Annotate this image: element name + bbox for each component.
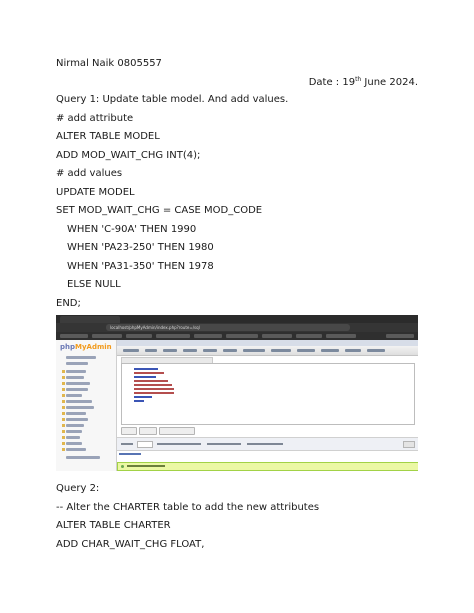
url-field: localhost/phpMyAdmin/index.php?route=/sq… [106,324,350,331]
query2-line: ALTER TABLE CHARTER [56,520,171,531]
query1-line: ALTER TABLE MODEL [56,131,160,142]
query1-line: SET MOD_WAIT_CHG = CASE MOD_CODE [56,205,263,216]
sql-options-bar [117,437,418,451]
query2-line: ADD CHAR_WAIT_CHG FLOAT, [56,539,205,550]
console-link [119,453,141,455]
pma-main-panel [117,340,418,471]
query1-line: WHEN 'C-90A' THEN 1990 [67,224,197,235]
browser-tab [60,316,120,323]
author-line: Nirmal Naik 0805557 [56,58,162,69]
date-prefix: Date : 19 [308,77,356,88]
clear-button [121,427,137,435]
pma-menu-bar [117,346,418,356]
browser-titlebar [56,315,418,323]
query1-line: ELSE NULL [67,279,121,290]
query1-line: END; [56,298,81,309]
success-message [117,462,418,471]
query1-line: # add values [56,168,123,179]
format-button [139,427,157,435]
date-rest: June 2024. [361,77,418,88]
bookmarks-bar [56,332,418,340]
pma-sidebar: phpMyAdmin [56,340,117,471]
phpmyadmin-logo: phpMyAdmin [60,343,112,351]
date-line: Date : 19th June 2024. [309,74,418,89]
query2-title: Query 2: [56,483,100,494]
query1-line: WHEN 'PA23-250' THEN 1980 [67,242,214,253]
success-icon [121,465,124,468]
query1-line: ADD MOD_WAIT_CHG INT(4); [56,150,201,161]
query1-line: # add attribute [56,113,134,124]
query1-line: UPDATE MODEL [56,187,135,198]
query1-line: WHEN 'PA31-350' THEN 1978 [67,261,214,272]
browser-url-bar: localhost/phpMyAdmin/index.php?route=/sq… [56,323,418,332]
sql-query-box [121,363,415,425]
query2-line: -- Alter the CHARTER table to add the ne… [56,502,320,513]
embedded-screenshot: localhost/phpMyAdmin/index.php?route=/sq… [56,315,418,471]
get-auto-saved-query-button [159,427,195,435]
query1-title: Query 1: Update table model. And add val… [56,94,289,105]
